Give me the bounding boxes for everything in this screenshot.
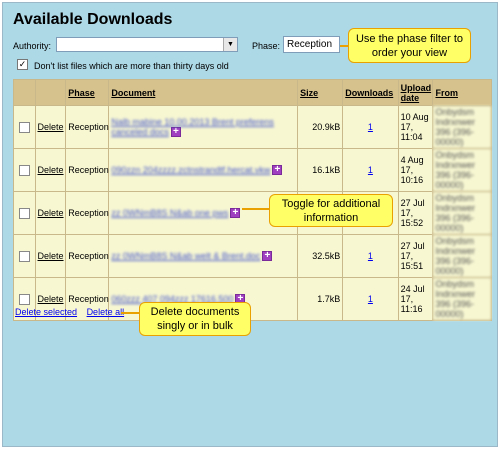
exclude-old-checkbox[interactable]: ✓ [17, 59, 28, 70]
authority-label: Authority: [13, 41, 52, 51]
phase-filter-callout: Use the phase filter to order your view [348, 28, 471, 63]
page-title: Available Downloads [13, 11, 173, 28]
authority-select[interactable]: ▼ [56, 37, 238, 52]
toggle-info-callout: Toggle for additional information [269, 194, 393, 227]
document-link[interactable]: 090zzn 204zzzz.zctnstrandtf.hercat.vkw [111, 165, 270, 175]
table-row: Delete Reception Nalb mabine 10.00.2013 … [14, 106, 491, 148]
phase-cell: Reception [66, 149, 109, 191]
sort-document-link[interactable]: Document [111, 88, 155, 98]
upload-date-column-header[interactable]: Upload date [398, 80, 433, 105]
document-column-header[interactable]: Document [109, 80, 298, 105]
delete-callout: Delete documents singly or in bulk [139, 302, 251, 336]
document-link[interactable]: Nalb mabine 10.00.2013 Brent preferens c… [111, 117, 274, 137]
plus-toggle-icon[interactable]: + [170, 127, 181, 138]
sort-upload-date-link[interactable]: Upload date [401, 83, 432, 103]
upload-date-cell: 10 Aug 17, 11:04 [398, 106, 433, 148]
row-checkbox[interactable] [18, 121, 30, 133]
downloads-count-link[interactable]: 1 [368, 122, 373, 132]
from-column-header[interactable]: From [433, 80, 491, 105]
delete-link[interactable]: Delete [38, 122, 64, 132]
select-column-header [14, 80, 35, 105]
phase-filter-input[interactable]: Reception [283, 36, 340, 53]
delete-link[interactable]: Delete [38, 251, 64, 261]
plus-toggle-icon[interactable]: + [262, 251, 273, 262]
sort-from-link[interactable]: From [435, 88, 458, 98]
row-checkbox[interactable] [18, 207, 30, 219]
row-checkbox[interactable] [18, 293, 30, 305]
exclude-old-label: Don't list files which are more than thi… [34, 61, 229, 71]
callout-pointer [242, 208, 270, 210]
sort-downloads-link[interactable]: Downloads [345, 88, 393, 98]
phase-cell: Reception [66, 106, 109, 148]
document-link[interactable]: zz 0WNmB8S N&ab one pws [111, 208, 228, 218]
delete-all-link[interactable]: Delete all [87, 307, 125, 317]
phase-label: Phase: [252, 41, 281, 51]
from-cell: Onbydsm Indrxnwer 396 (396-00000) [433, 278, 491, 320]
document-link[interactable]: zz 0WNmB8S N&ab welt & Brent.doc [111, 251, 260, 261]
row-checkbox[interactable] [18, 164, 30, 176]
delete-link[interactable]: Delete [38, 208, 64, 218]
delete-selected-link[interactable]: Delete selected [15, 307, 77, 317]
size-cell: 32.5kB [298, 235, 343, 277]
table-row: Delete Reception zz 0WNmB8S N&ab one pws… [14, 192, 491, 234]
delete-link[interactable]: Delete [38, 165, 64, 175]
downloads-count-link[interactable]: 1 [368, 251, 373, 261]
downloads-count-link[interactable]: 1 [368, 165, 373, 175]
size-cell: 1.7kB [298, 278, 343, 320]
plus-toggle-icon[interactable]: + [272, 165, 283, 176]
row-checkbox[interactable] [18, 250, 30, 262]
sort-size-link[interactable]: Size [300, 88, 318, 98]
table-row: Delete Reception zz 0WNmB8S N&ab welt & … [14, 235, 491, 277]
delete-link[interactable]: Delete [38, 294, 64, 304]
table-row: Delete Reception 090zzn 204zzzz.zctnstra… [14, 149, 491, 191]
downloads-count-link[interactable]: 1 [368, 294, 373, 304]
upload-date-cell: 24 Jul 17, 11:16 [398, 278, 433, 320]
check-icon: ✓ [18, 59, 27, 69]
downloads-column-header[interactable]: Downloads [343, 80, 398, 105]
upload-date-cell: 27 Jul 17, 15:51 [398, 235, 433, 277]
size-cell: 16.1kB [298, 149, 343, 191]
callout-pointer [121, 312, 140, 314]
upload-date-cell: 27 Jul 17, 15:52 [398, 192, 433, 234]
downloads-panel: Available Downloads Authority: ▼ Phase: … [2, 2, 498, 447]
phase-cell: Reception [66, 235, 109, 277]
sort-phase-link[interactable]: Phase [68, 88, 95, 98]
from-cell: Onbydsm Indrxnwer 396 (396-00000) [433, 149, 491, 191]
chevron-down-icon[interactable]: ▼ [223, 38, 237, 51]
size-column-header[interactable]: Size [298, 80, 343, 105]
bulk-actions: Delete selected Delete all [15, 307, 131, 317]
from-cell: Onbydsm Indrxnwer 396 (396-00000) [433, 235, 491, 277]
from-cell: Onbydsm Indrxnwer 396 (396-00000) [433, 106, 491, 148]
delete-column-header [35, 80, 66, 105]
upload-date-cell: 4 Aug 17, 10:16 [398, 149, 433, 191]
size-cell: 20.9kB [298, 106, 343, 148]
phase-column-header[interactable]: Phase [66, 80, 109, 105]
phase-cell: Reception [66, 192, 109, 234]
table-header-row: Phase Document Size Downloads Upload dat… [14, 80, 491, 105]
from-cell: Onbydsm Indrxnwer 396 (396-00000) [433, 192, 491, 234]
downloads-table: Phase Document Size Downloads Upload dat… [13, 79, 492, 321]
plus-toggle-icon[interactable]: + [230, 208, 241, 219]
